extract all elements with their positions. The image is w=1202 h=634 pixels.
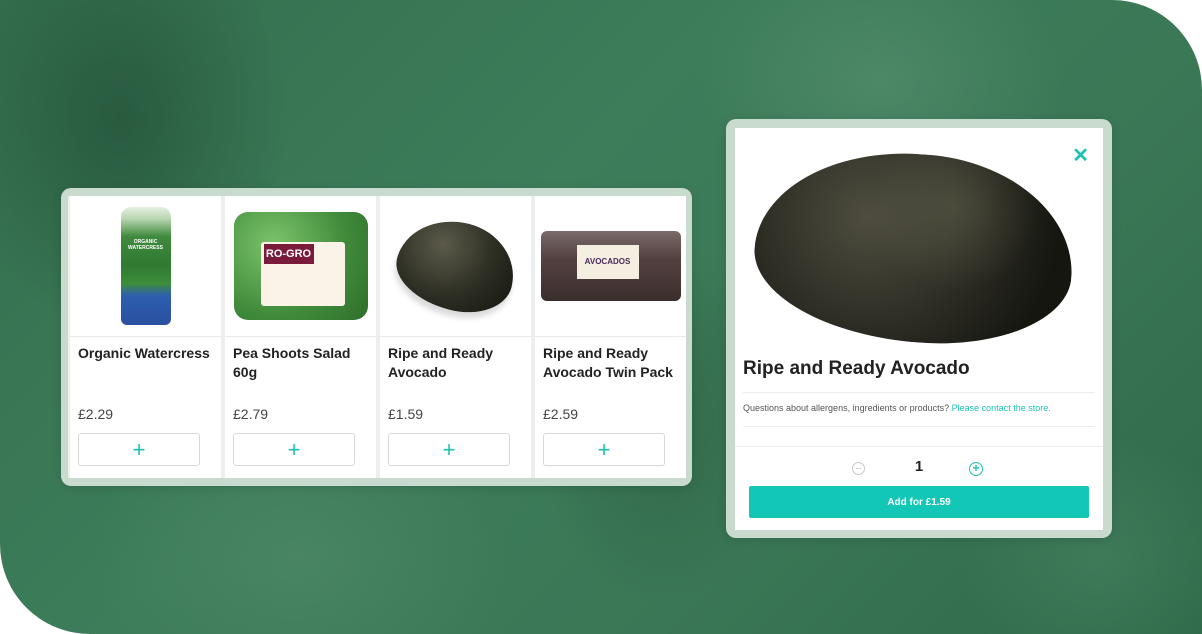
product-image[interactable]: ORGANIC WATERCRESS (70, 196, 221, 337)
product-list-panel: ORGANIC WATERCRESS Organic Watercress £2… (61, 188, 692, 486)
product-price: £2.29 (78, 406, 114, 422)
avocado-icon (387, 209, 524, 323)
add-to-basket-button[interactable]: + (78, 433, 200, 466)
divider (743, 426, 1095, 427)
divider (735, 446, 1103, 447)
plus-icon: + (597, 436, 611, 462)
pack-label: ORGANIC WATERCRESS (128, 239, 163, 251)
quantity-value: 1 (914, 458, 924, 475)
product-price: £1.59 (388, 406, 424, 422)
avocado-twin-pack-icon: AVOCADOS (540, 231, 681, 301)
product-name[interactable]: Pea Shoots Salad 60g (233, 344, 369, 382)
pack-label: AVOCADOS (576, 245, 639, 279)
product-hero-image (735, 128, 1103, 353)
product-title: Ripe and Ready Avocado (743, 358, 970, 379)
plus-circle-icon[interactable]: + (969, 462, 983, 476)
product-name[interactable]: Organic Watercress (78, 344, 214, 363)
product-grid: ORGANIC WATERCRESS Organic Watercress £2… (68, 196, 686, 478)
close-icon[interactable]: ✕ (1072, 146, 1089, 166)
add-to-basket-button[interactable]: + (233, 433, 355, 466)
watercress-pack-icon: ORGANIC WATERCRESS (120, 207, 171, 325)
plus-icon: + (287, 436, 301, 462)
allergen-text: Questions about allergens, ingredients o… (743, 403, 950, 413)
plus-icon: + (132, 436, 146, 462)
minus-icon[interactable]: − (852, 462, 865, 475)
add-to-basket-button[interactable]: + (388, 433, 510, 466)
product-price: £2.79 (233, 406, 269, 422)
contact-store-link[interactable]: Please contact the store. (952, 403, 1051, 413)
add-to-basket-button[interactable]: Add for £1.59 (749, 486, 1089, 518)
product-image[interactable]: RO-GRO (225, 196, 376, 337)
product-name[interactable]: Ripe and Ready Avocado (388, 344, 524, 382)
product-card-avocado[interactable]: Ripe and Ready Avocado £1.59 + (380, 196, 531, 478)
product-card-pea-shoots[interactable]: RO-GRO Pea Shoots Salad 60g £2.79 + (225, 196, 376, 478)
allergen-info: Questions about allergens, ingredients o… (743, 403, 1051, 413)
divider (743, 392, 1095, 393)
product-card-avocado-twin[interactable]: AVOCADOS Ripe and Ready Avocado Twin Pac… (535, 196, 686, 478)
pack-label-area: RO-GRO (260, 242, 345, 306)
background-scene: ORGANIC WATERCRESS Organic Watercress £2… (0, 0, 1202, 634)
avocado-icon (748, 143, 1080, 353)
pea-shoots-pack-icon: RO-GRO (233, 212, 368, 320)
quantity-stepper: − 1 + (735, 458, 1103, 482)
product-detail-modal: ✕ Ripe and Ready Avocado Questions about… (735, 128, 1103, 530)
plus-icon: + (442, 436, 456, 462)
add-to-basket-button[interactable]: + (543, 433, 665, 466)
product-price: £2.59 (543, 406, 579, 422)
product-name[interactable]: Ripe and Ready Avocado Twin Pack (543, 344, 679, 382)
brand-logo: RO-GRO (263, 244, 314, 264)
product-image[interactable]: AVOCADOS (535, 196, 686, 337)
product-image[interactable] (380, 196, 531, 337)
product-detail-panel: ✕ Ripe and Ready Avocado Questions about… (726, 119, 1112, 538)
product-card-watercress[interactable]: ORGANIC WATERCRESS Organic Watercress £2… (70, 196, 221, 478)
